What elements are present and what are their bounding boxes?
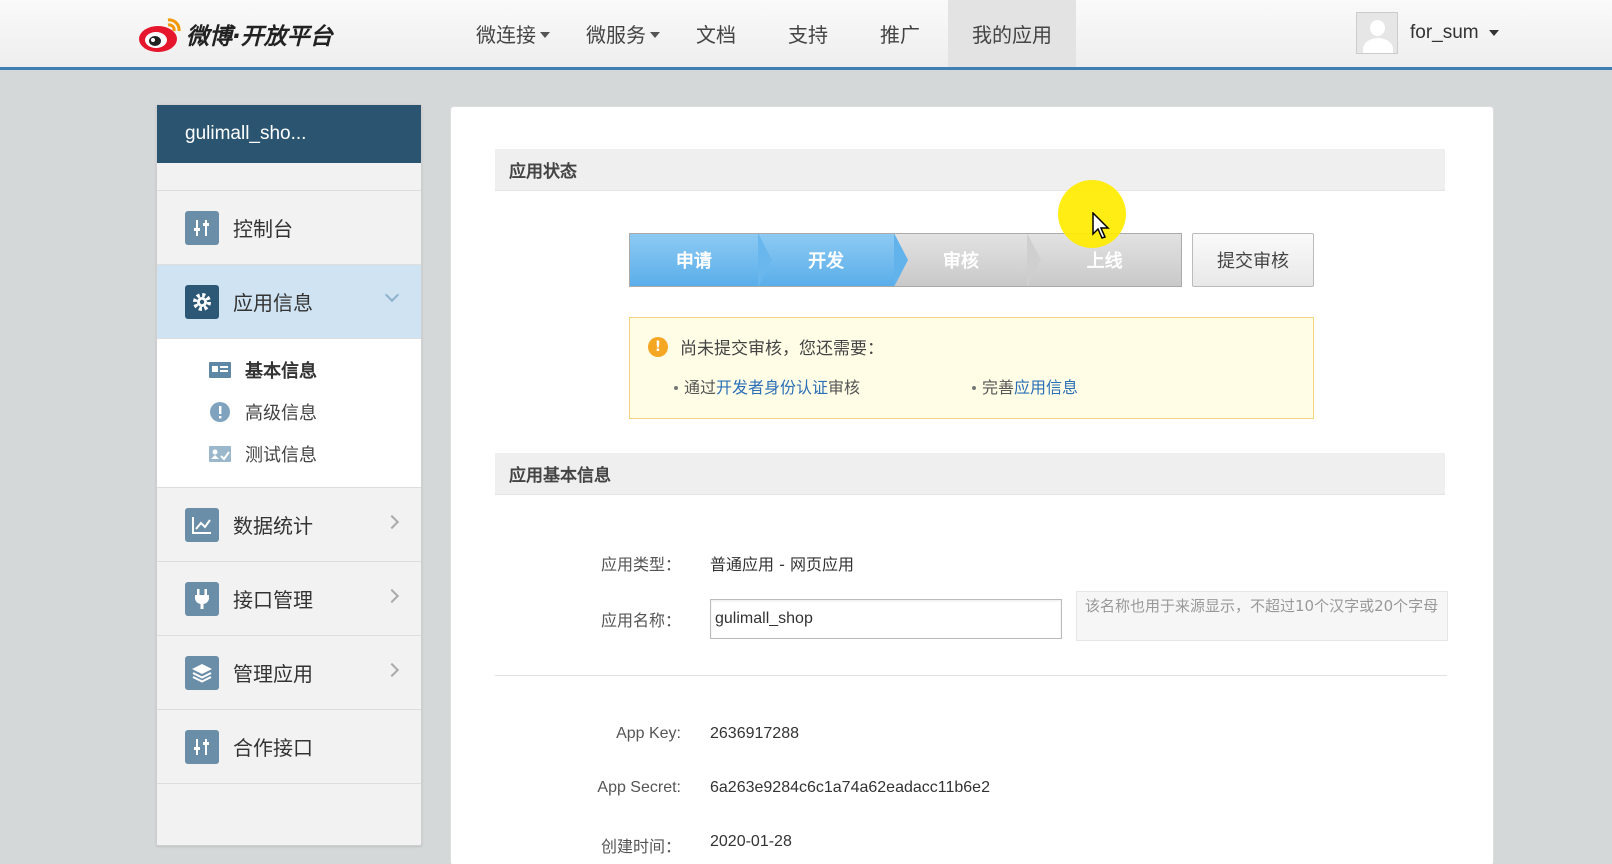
sidebar-subitem-label: 高级信息 bbox=[245, 403, 317, 424]
nav-my-apps[interactable]: 我的应用 bbox=[948, 0, 1076, 67]
sliders-icon bbox=[185, 210, 219, 245]
step-chevron bbox=[893, 234, 908, 286]
sidebar-item-label: 应用信息 bbox=[233, 291, 313, 315]
layers-icon bbox=[185, 655, 219, 690]
step-label: 审核 bbox=[942, 251, 979, 272]
nav-weilianjie[interactable]: 微连接 bbox=[476, 0, 550, 67]
sidebar-app-name: gulimall_sho... bbox=[157, 105, 421, 163]
sidebar-subitem-basic-info[interactable]: 基本信息 bbox=[209, 349, 421, 391]
sidebar-item-label: 控制台 bbox=[233, 217, 293, 241]
step-develop: 开发 bbox=[757, 234, 908, 286]
sidebar-item-api-management[interactable]: 接口管理 bbox=[157, 562, 421, 636]
bullet-icon bbox=[972, 386, 976, 390]
nav-weifuwu[interactable]: 微服务 bbox=[586, 0, 660, 67]
sidebar: gulimall_sho... 控制台 应用信息 基本信息 高级信息 测试信息 … bbox=[156, 104, 422, 846]
sidebar-item-partner-api[interactable]: 合作接口 bbox=[157, 710, 421, 784]
chevron-down-icon bbox=[650, 31, 660, 38]
app-key-value: 2636917288 bbox=[710, 725, 799, 742]
sidebar-submenu: 基本信息 高级信息 测试信息 bbox=[157, 339, 421, 488]
section-title-basic-info: 应用基本信息 bbox=[495, 453, 1445, 495]
nav-docs[interactable]: 文档 bbox=[696, 0, 736, 67]
notice-box: ! 尚未提交审核，您还需要： 通过 开发者身份认证 审核 完善 应用信息 bbox=[629, 317, 1314, 419]
created-time-label: 创建时间： bbox=[600, 837, 681, 856]
step-label: 上线 bbox=[1086, 251, 1123, 272]
developer-verification-link[interactable]: 开发者身份认证 bbox=[716, 374, 828, 398]
step-chevron bbox=[757, 234, 772, 286]
sidebar-item-console[interactable]: 控制台 bbox=[157, 191, 421, 265]
user-name: for_sum bbox=[1410, 22, 1479, 43]
app-name-input[interactable] bbox=[710, 599, 1062, 639]
app-type-label: 应用类型： bbox=[600, 555, 681, 574]
req-text: 通过 bbox=[684, 378, 717, 397]
chevron-right-icon bbox=[384, 514, 400, 530]
chevron-right-icon bbox=[384, 662, 400, 678]
chevron-down-icon bbox=[1488, 30, 1499, 36]
brand-name: 微博·开放平台 bbox=[186, 24, 333, 50]
chevron-down-icon bbox=[540, 31, 550, 38]
chevron-down-icon bbox=[384, 287, 400, 303]
divider bbox=[495, 675, 1447, 676]
app-name-hint: 该名称也用于来源显示，不超过10个汉字或20个字母 bbox=[1076, 591, 1448, 641]
step-review: 审核 bbox=[893, 234, 1042, 286]
nav-label: 推广 bbox=[880, 23, 920, 47]
submit-review-button[interactable]: 提交审核 bbox=[1192, 233, 1314, 287]
weibo-eye-icon bbox=[139, 18, 181, 52]
line-chart-icon bbox=[185, 507, 219, 542]
nav-label: 微连接 bbox=[476, 23, 536, 47]
step-apply: 申请 bbox=[630, 234, 772, 286]
step-chevron bbox=[1027, 234, 1042, 286]
main-nav: 微连接 微服务 文档 支持 推广 我的应用 bbox=[476, 0, 1076, 67]
exclamation-icon bbox=[209, 402, 231, 422]
sidebar-item-manage-apps[interactable]: 管理应用 bbox=[157, 636, 421, 710]
sidebar-spacer bbox=[157, 163, 421, 191]
created-time-value: 2020-01-28 bbox=[710, 833, 792, 850]
top-nav-bar: 微博·开放平台 微连接 微服务 文档 支持 推广 我的应用 for_sum bbox=[0, 0, 1612, 70]
sidebar-subitem-advanced-info[interactable]: 高级信息 bbox=[209, 391, 421, 433]
avatar[interactable] bbox=[1356, 12, 1398, 54]
app-info-link[interactable]: 应用信息 bbox=[1014, 374, 1078, 398]
app-type-value: 普通应用 - 网页应用 bbox=[710, 555, 854, 574]
nav-promote[interactable]: 推广 bbox=[880, 0, 920, 67]
sidebar-item-label: 管理应用 bbox=[233, 662, 313, 686]
mouse-cursor-icon bbox=[1092, 212, 1110, 239]
sidebar-item-app-info[interactable]: 应用信息 bbox=[157, 265, 421, 339]
nav-label: 支持 bbox=[788, 23, 828, 47]
sidebar-subitem-label: 测试信息 bbox=[245, 445, 317, 466]
nav-label: 微服务 bbox=[586, 23, 646, 47]
app-name-label: 应用名称： bbox=[600, 611, 681, 630]
sidebar-item-label: 合作接口 bbox=[233, 736, 313, 760]
sidebar-item-label: 数据统计 bbox=[233, 514, 313, 538]
req-text: 完善 bbox=[982, 378, 1015, 397]
nav-label: 我的应用 bbox=[972, 23, 1052, 47]
user-menu[interactable]: for_sum bbox=[1356, 12, 1499, 54]
nav-label: 文档 bbox=[696, 23, 736, 47]
app-secret-value: 6a263e9284c6c1a74a62eadacc11b6e2 bbox=[710, 779, 990, 796]
chevron-right-icon bbox=[384, 588, 400, 604]
req-text: 审核 bbox=[828, 378, 861, 397]
sidebar-subitem-label: 基本信息 bbox=[245, 361, 317, 382]
warning-icon: ! bbox=[648, 336, 668, 357]
gear-icon bbox=[185, 284, 219, 319]
sidebar-item-label: 接口管理 bbox=[233, 588, 313, 612]
app-secret-label: App Secret: bbox=[597, 779, 681, 796]
nav-support[interactable]: 支持 bbox=[788, 0, 828, 67]
section-title-app-status: 应用状态 bbox=[495, 149, 1445, 191]
test-card-icon bbox=[209, 445, 231, 463]
requirement-identity: 通过 开发者身份认证 审核 bbox=[674, 374, 860, 398]
sidebar-item-statistics[interactable]: 数据统计 bbox=[157, 488, 421, 562]
id-card-icon bbox=[209, 361, 231, 379]
notice-text: 尚未提交审核，您还需要： bbox=[680, 339, 884, 359]
step-label: 开发 bbox=[808, 251, 845, 272]
weibo-logo[interactable]: 微博·开放平台 bbox=[138, 14, 333, 54]
notice-message: ! 尚未提交审核，您还需要： bbox=[648, 334, 884, 359]
requirement-app-info: 完善 应用信息 bbox=[972, 374, 1078, 398]
sliders-icon bbox=[185, 729, 219, 764]
bullet-icon bbox=[674, 386, 678, 390]
main-panel: 应用状态 申请 开发 审核 上线 提交审核 ! 尚未提交审核，您还需要： 通过开… bbox=[450, 106, 1494, 864]
app-key-label: App Key: bbox=[616, 725, 681, 742]
step-label: 申请 bbox=[675, 251, 712, 272]
sidebar-subitem-test-info[interactable]: 测试信息 bbox=[209, 433, 421, 475]
plug-icon bbox=[185, 581, 219, 616]
